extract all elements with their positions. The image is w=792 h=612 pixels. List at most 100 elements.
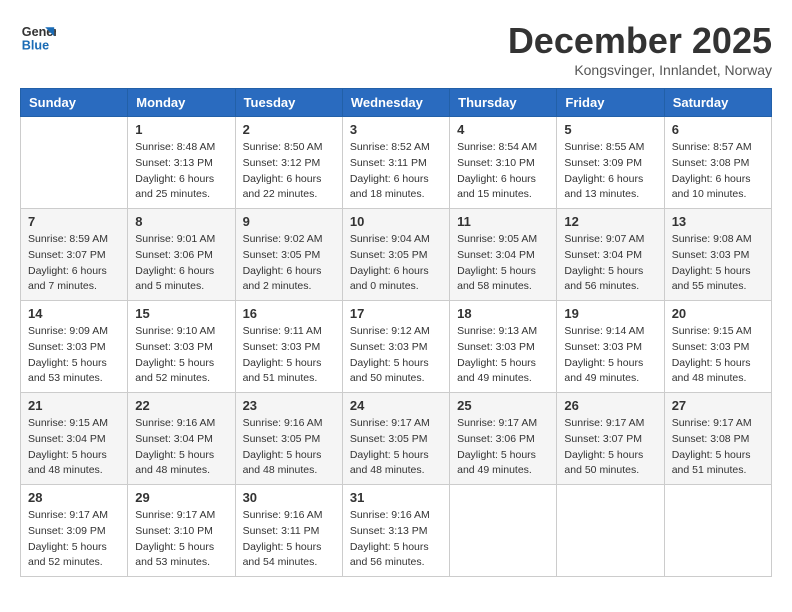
- calendar-cell: 6 Sunrise: 8:57 AM Sunset: 3:08 PM Daylig…: [664, 117, 771, 209]
- location: Kongsvinger, Innlandet, Norway: [508, 62, 772, 78]
- day-number: 25: [457, 398, 549, 413]
- calendar-cell: 7 Sunrise: 8:59 AM Sunset: 3:07 PM Daylig…: [21, 209, 128, 301]
- calendar-cell: 30 Sunrise: 9:16 AM Sunset: 3:11 PM Dayli…: [235, 485, 342, 577]
- svg-text:Blue: Blue: [22, 39, 49, 53]
- day-number: 20: [672, 306, 764, 321]
- day-number: 13: [672, 214, 764, 229]
- day-info: Sunrise: 9:16 AM Sunset: 3:13 PM Dayligh…: [350, 508, 442, 571]
- day-number: 24: [350, 398, 442, 413]
- logo-icon: General Blue: [20, 20, 56, 56]
- day-info: Sunrise: 8:57 AM Sunset: 3:08 PM Dayligh…: [672, 140, 764, 203]
- month-title: December 2025: [508, 20, 772, 62]
- calendar-cell: 3 Sunrise: 8:52 AM Sunset: 3:11 PM Daylig…: [342, 117, 449, 209]
- calendar-cell: 10 Sunrise: 9:04 AM Sunset: 3:05 PM Dayli…: [342, 209, 449, 301]
- day-info: Sunrise: 8:54 AM Sunset: 3:10 PM Dayligh…: [457, 140, 549, 203]
- calendar-cell: 1 Sunrise: 8:48 AM Sunset: 3:13 PM Daylig…: [128, 117, 235, 209]
- calendar-cell: 13 Sunrise: 9:08 AM Sunset: 3:03 PM Dayli…: [664, 209, 771, 301]
- day-number: 28: [28, 490, 120, 505]
- calendar-week-2: 7 Sunrise: 8:59 AM Sunset: 3:07 PM Daylig…: [21, 209, 772, 301]
- day-number: 27: [672, 398, 764, 413]
- calendar-cell: 29 Sunrise: 9:17 AM Sunset: 3:10 PM Dayli…: [128, 485, 235, 577]
- day-number: 15: [135, 306, 227, 321]
- day-number: 17: [350, 306, 442, 321]
- calendar-cell: 5Sunrise: 8:55 AM Sunset: 3:09 PM Daylig…: [557, 117, 664, 209]
- calendar-cell: 14Sunrise: 9:09 AM Sunset: 3:03 PM Dayli…: [21, 301, 128, 393]
- day-number: 19: [564, 306, 656, 321]
- day-number: 12: [564, 214, 656, 229]
- day-info: Sunrise: 8:59 AM Sunset: 3:07 PM Dayligh…: [28, 232, 120, 295]
- weekday-header-saturday: Saturday: [664, 89, 771, 117]
- day-number: 31: [350, 490, 442, 505]
- calendar-cell: 28Sunrise: 9:17 AM Sunset: 3:09 PM Dayli…: [21, 485, 128, 577]
- page-header: General Blue December 2025 Kongsvinger, …: [20, 20, 772, 78]
- calendar-week-5: 28Sunrise: 9:17 AM Sunset: 3:09 PM Dayli…: [21, 485, 772, 577]
- day-number: 26: [564, 398, 656, 413]
- calendar-cell: [557, 485, 664, 577]
- calendar-cell: 8Sunrise: 9:01 AM Sunset: 3:06 PM Daylig…: [128, 209, 235, 301]
- day-info: Sunrise: 9:13 AM Sunset: 3:03 PM Dayligh…: [457, 324, 549, 387]
- day-info: Sunrise: 9:17 AM Sunset: 3:10 PM Dayligh…: [135, 508, 227, 571]
- calendar-cell: 24 Sunrise: 9:17 AM Sunset: 3:05 PM Dayli…: [342, 393, 449, 485]
- day-info: Sunrise: 9:17 AM Sunset: 3:08 PM Dayligh…: [672, 416, 764, 479]
- day-info: Sunrise: 9:15 AM Sunset: 3:03 PM Dayligh…: [672, 324, 764, 387]
- calendar-cell: 15 Sunrise: 9:10 AM Sunset: 3:03 PM Dayli…: [128, 301, 235, 393]
- calendar-cell: 18 Sunrise: 9:13 AM Sunset: 3:03 PM Dayli…: [450, 301, 557, 393]
- day-number: 22: [135, 398, 227, 413]
- day-info: Sunrise: 9:07 AM Sunset: 3:04 PM Dayligh…: [564, 232, 656, 295]
- calendar-week-4: 21Sunrise: 9:15 AM Sunset: 3:04 PM Dayli…: [21, 393, 772, 485]
- day-number: 30: [243, 490, 335, 505]
- day-number: 5: [564, 122, 656, 137]
- weekday-header-wednesday: Wednesday: [342, 89, 449, 117]
- day-number: 21: [28, 398, 120, 413]
- calendar-cell: 12 Sunrise: 9:07 AM Sunset: 3:04 PM Dayli…: [557, 209, 664, 301]
- calendar-cell: 19 Sunrise: 9:14 AM Sunset: 3:03 PM Dayli…: [557, 301, 664, 393]
- weekday-header-row: SundayMondayTuesdayWednesdayThursdayFrid…: [21, 89, 772, 117]
- day-info: Sunrise: 9:10 AM Sunset: 3:03 PM Dayligh…: [135, 324, 227, 387]
- calendar-week-1: 1 Sunrise: 8:48 AM Sunset: 3:13 PM Daylig…: [21, 117, 772, 209]
- day-number: 16: [243, 306, 335, 321]
- calendar-cell: [664, 485, 771, 577]
- calendar-cell: 20 Sunrise: 9:15 AM Sunset: 3:03 PM Dayli…: [664, 301, 771, 393]
- day-number: 7: [28, 214, 120, 229]
- day-info: Sunrise: 9:14 AM Sunset: 3:03 PM Dayligh…: [564, 324, 656, 387]
- calendar-cell: 25 Sunrise: 9:17 AM Sunset: 3:06 PM Dayli…: [450, 393, 557, 485]
- day-info: Sunrise: 9:16 AM Sunset: 3:05 PM Dayligh…: [243, 416, 335, 479]
- day-info: Sunrise: 9:02 AM Sunset: 3:05 PM Dayligh…: [243, 232, 335, 295]
- day-info: Sunrise: 9:17 AM Sunset: 3:07 PM Dayligh…: [564, 416, 656, 479]
- day-info: Sunrise: 8:52 AM Sunset: 3:11 PM Dayligh…: [350, 140, 442, 203]
- day-info: Sunrise: 9:04 AM Sunset: 3:05 PM Dayligh…: [350, 232, 442, 295]
- weekday-header-sunday: Sunday: [21, 89, 128, 117]
- day-number: 14: [28, 306, 120, 321]
- calendar-cell: [450, 485, 557, 577]
- day-info: Sunrise: 9:05 AM Sunset: 3:04 PM Dayligh…: [457, 232, 549, 295]
- weekday-header-friday: Friday: [557, 89, 664, 117]
- calendar-cell: 22Sunrise: 9:16 AM Sunset: 3:04 PM Dayli…: [128, 393, 235, 485]
- weekday-header-monday: Monday: [128, 89, 235, 117]
- day-number: 9: [243, 214, 335, 229]
- calendar-cell: 4 Sunrise: 8:54 AM Sunset: 3:10 PM Daylig…: [450, 117, 557, 209]
- day-number: 11: [457, 214, 549, 229]
- day-info: Sunrise: 9:01 AM Sunset: 3:06 PM Dayligh…: [135, 232, 227, 295]
- day-info: Sunrise: 9:08 AM Sunset: 3:03 PM Dayligh…: [672, 232, 764, 295]
- calendar-cell: 26 Sunrise: 9:17 AM Sunset: 3:07 PM Dayli…: [557, 393, 664, 485]
- title-block: December 2025 Kongsvinger, Innlandet, No…: [508, 20, 772, 78]
- day-number: 18: [457, 306, 549, 321]
- calendar-week-3: 14Sunrise: 9:09 AM Sunset: 3:03 PM Dayli…: [21, 301, 772, 393]
- calendar-cell: 16 Sunrise: 9:11 AM Sunset: 3:03 PM Dayli…: [235, 301, 342, 393]
- day-number: 1: [135, 122, 227, 137]
- day-info: Sunrise: 8:48 AM Sunset: 3:13 PM Dayligh…: [135, 140, 227, 203]
- weekday-header-thursday: Thursday: [450, 89, 557, 117]
- day-info: Sunrise: 9:12 AM Sunset: 3:03 PM Dayligh…: [350, 324, 442, 387]
- day-info: Sunrise: 8:50 AM Sunset: 3:12 PM Dayligh…: [243, 140, 335, 203]
- day-number: 29: [135, 490, 227, 505]
- day-info: Sunrise: 9:11 AM Sunset: 3:03 PM Dayligh…: [243, 324, 335, 387]
- day-number: 4: [457, 122, 549, 137]
- day-info: Sunrise: 9:17 AM Sunset: 3:06 PM Dayligh…: [457, 416, 549, 479]
- day-number: 2: [243, 122, 335, 137]
- day-number: 6: [672, 122, 764, 137]
- day-number: 10: [350, 214, 442, 229]
- calendar-cell: 2 Sunrise: 8:50 AM Sunset: 3:12 PM Daylig…: [235, 117, 342, 209]
- day-info: Sunrise: 9:17 AM Sunset: 3:05 PM Dayligh…: [350, 416, 442, 479]
- day-number: 3: [350, 122, 442, 137]
- day-info: Sunrise: 9:16 AM Sunset: 3:11 PM Dayligh…: [243, 508, 335, 571]
